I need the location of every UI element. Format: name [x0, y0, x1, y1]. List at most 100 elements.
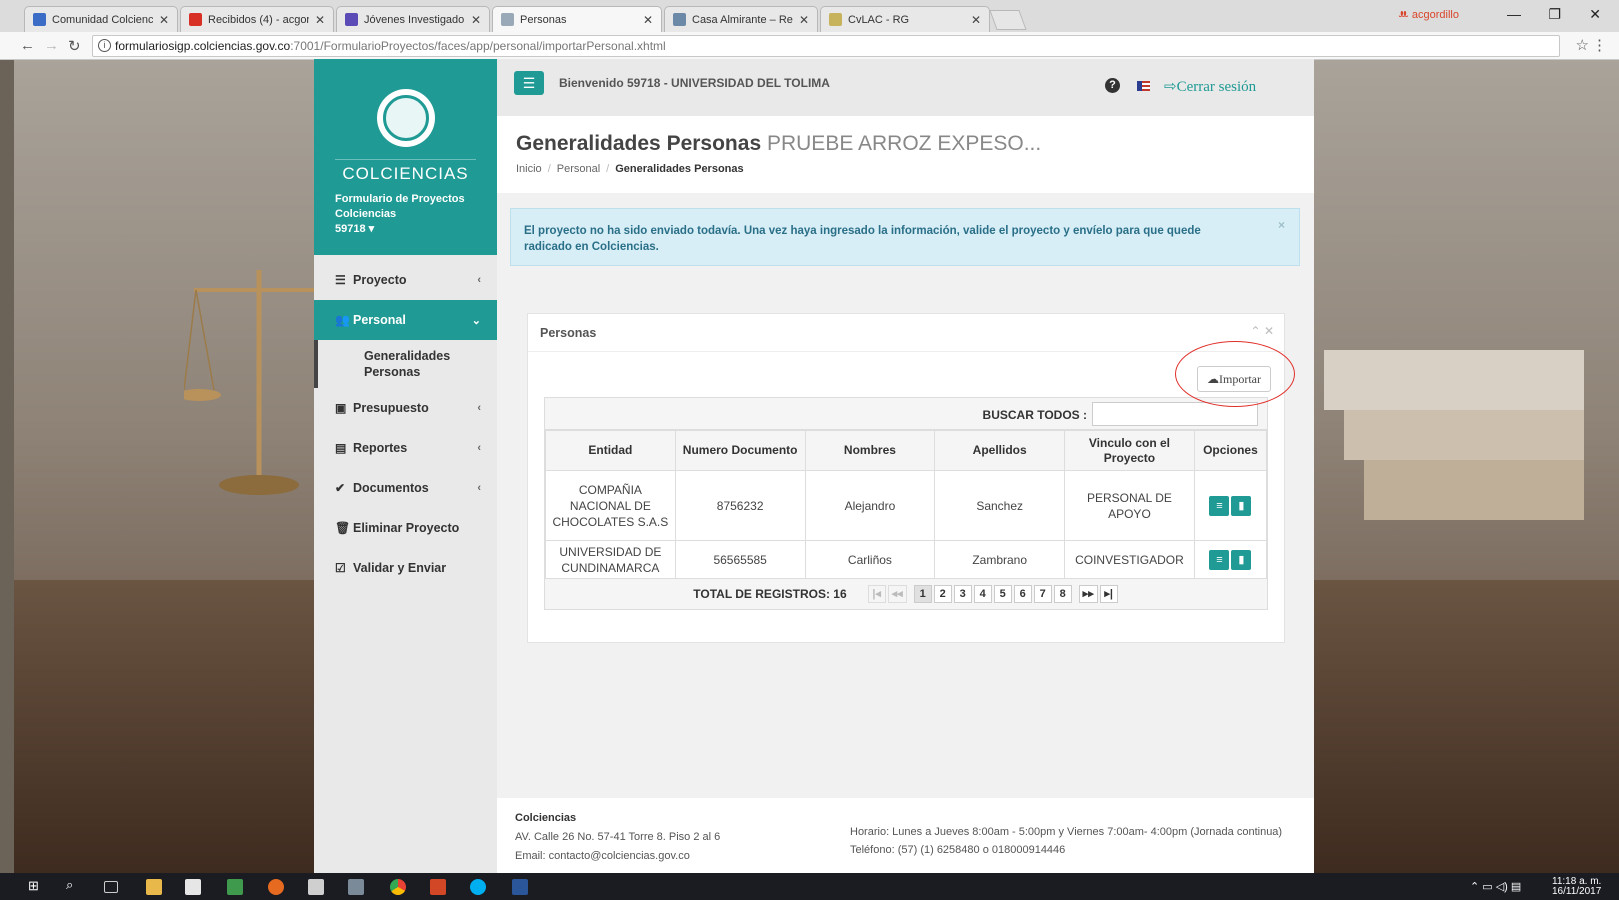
- tab-title: Comunidad Colciencias: [52, 13, 153, 26]
- brand-subtitle: Formulario de Proyectos Colciencias: [335, 193, 465, 220]
- sidebar-item-validar[interactable]: ☑ Validar y Enviar: [314, 548, 497, 588]
- close-icon[interactable]: ✕: [159, 13, 169, 27]
- sidebar-item-label: Reportes: [353, 441, 408, 455]
- excel-icon[interactable]: [227, 879, 243, 895]
- menu-toggle-button[interactable]: ☰: [514, 71, 544, 95]
- page-button[interactable]: 3: [953, 585, 972, 603]
- first-page-button[interactable]: |◂: [867, 585, 886, 603]
- file-explorer-icon[interactable]: [146, 879, 162, 895]
- firefox-icon[interactable]: [268, 879, 284, 895]
- browser-tab[interactable]: CvLAC - RG ✕: [820, 6, 990, 32]
- user-dropdown[interactable]: 59718 ▾: [335, 222, 476, 235]
- close-icon[interactable]: ✕: [799, 13, 809, 27]
- close-icon[interactable]: ✕: [471, 13, 481, 27]
- browser-tab[interactable]: Recibidos (4) - acgordillo ✕: [180, 6, 334, 32]
- sidebar-item-label: Presupuesto: [353, 401, 429, 415]
- browser-tab[interactable]: Casa Almirante – Restau ✕: [664, 6, 818, 32]
- delete-trash-icon[interactable]: ▮: [1231, 549, 1252, 570]
- details-list-icon[interactable]: ≡: [1209, 495, 1230, 516]
- close-window-icon[interactable]: ✕: [1589, 6, 1601, 23]
- page-button[interactable]: 4: [973, 585, 992, 603]
- brand-name: COLCIENCIAS: [335, 159, 476, 184]
- colombia-seal-logo: [376, 89, 435, 147]
- powerpoint-icon[interactable]: [430, 879, 446, 895]
- sidebar-item-documentos[interactable]: ✔ Documentos ‹: [314, 468, 497, 508]
- column-header-documento[interactable]: Numero Documento: [674, 430, 806, 471]
- us-flag-icon[interactable]: [1137, 81, 1150, 91]
- close-icon[interactable]: ×: [1278, 217, 1285, 233]
- minimize-icon[interactable]: —: [1507, 6, 1521, 22]
- cell-apellidos: Zambrano: [934, 540, 1066, 579]
- page-button[interactable]: 6: [1013, 585, 1032, 603]
- next-page-button[interactable]: ▸▸: [1078, 585, 1098, 603]
- page-header: Generalidades Personas PRUEBE ARROZ EXPE…: [497, 116, 1314, 193]
- column-header-vinculo[interactable]: Vinculo con el Proyecto: [1064, 430, 1195, 471]
- tab-title: Personas: [520, 13, 567, 26]
- task-view-icon[interactable]: [104, 881, 118, 893]
- calculator-icon[interactable]: [308, 879, 324, 895]
- sidebar-item-reportes[interactable]: ▤ Reportes ‹: [314, 428, 497, 468]
- profile-button[interactable]: ꔚ acgordillo: [1398, 9, 1459, 22]
- close-icon[interactable]: ✕: [643, 13, 653, 27]
- page-button[interactable]: 2: [933, 585, 952, 603]
- breadcrumb-inicio[interactable]: Inicio: [516, 163, 542, 175]
- help-icon[interactable]: ?: [1105, 78, 1120, 93]
- sidebar-item-proyecto[interactable]: ☰ Proyecto ‹: [314, 260, 497, 300]
- cell-opciones: ≡ ▮: [1193, 470, 1268, 541]
- app-icon[interactable]: [348, 879, 364, 895]
- column-header-entidad[interactable]: Entidad: [545, 430, 676, 471]
- sidebar-item-eliminar[interactable]: 🗑 Eliminar Proyecto: [314, 508, 497, 548]
- forward-icon[interactable]: →: [44, 37, 59, 54]
- browser-tab-active[interactable]: Personas ✕: [492, 6, 662, 32]
- table-header-row: Entidad Numero Documento Nombres Apellid…: [545, 430, 1268, 471]
- last-page-button[interactable]: ▸|: [1099, 585, 1118, 603]
- reload-icon[interactable]: ↻: [68, 37, 81, 55]
- books-image: [1324, 350, 1584, 520]
- prev-page-button[interactable]: ◂◂: [887, 585, 907, 603]
- check-square-icon: ☑: [335, 561, 346, 575]
- breadcrumb-current: Generalidades Personas: [615, 163, 744, 175]
- page-button[interactable]: 5: [993, 585, 1012, 603]
- info-alert: El proyecto no ha sido enviado todavía. …: [510, 208, 1300, 266]
- sidebar-brand: COLCIENCIAS Formulario de Proyectos Colc…: [314, 59, 497, 255]
- chrome-icon[interactable]: [390, 879, 406, 895]
- browser-tab[interactable]: Jóvenes Investigadores e ✕: [336, 6, 490, 32]
- new-tab-button[interactable]: [989, 10, 1027, 30]
- browser-menu-icon[interactable]: ⋮: [1592, 36, 1607, 54]
- delete-trash-icon[interactable]: ▮: [1231, 495, 1252, 516]
- page-button[interactable]: 1: [913, 585, 932, 603]
- page-button[interactable]: 8: [1053, 585, 1072, 603]
- sidebar-item-presupuesto[interactable]: ▣ Presupuesto ‹: [314, 388, 497, 428]
- sidebar-subitem-generalidades[interactable]: Generalidades Personas: [314, 340, 497, 388]
- windows-start-icon[interactable]: ⊞: [28, 878, 44, 894]
- breadcrumb-personal[interactable]: Personal: [557, 163, 600, 175]
- address-bar[interactable]: i formulariosigp.colciencias.gov.co:7001…: [92, 35, 1560, 57]
- panel-tools: ⌃ ✕: [1251, 324, 1274, 338]
- check-circle-icon: ✔: [335, 481, 346, 495]
- cell-entidad: COMPAÑIA NACIONAL DE CHOCOLATES S.A.S: [545, 470, 676, 541]
- details-list-icon[interactable]: ≡: [1209, 549, 1230, 570]
- back-icon[interactable]: ←: [20, 37, 35, 54]
- bookmark-star-icon[interactable]: ☆: [1576, 36, 1589, 54]
- close-icon[interactable]: ✕: [315, 13, 325, 27]
- info-icon[interactable]: i: [98, 39, 111, 52]
- cell-nombres: Alejandro: [804, 470, 936, 541]
- browser-tab[interactable]: Comunidad Colciencias ✕: [24, 6, 178, 32]
- collapse-icon[interactable]: ⌃: [1251, 324, 1261, 338]
- restore-icon[interactable]: ❐: [1548, 6, 1561, 23]
- logout-link[interactable]: ⇨Cerrar sesión: [1164, 77, 1256, 96]
- close-icon[interactable]: ✕: [971, 13, 981, 27]
- column-header-nombres[interactable]: Nombres: [804, 430, 936, 471]
- data-table: Entidad Numero Documento Nombres Apellid…: [545, 430, 1268, 579]
- search-icon[interactable]: ⌕: [66, 877, 82, 893]
- clock[interactable]: 11:18 a. m. 16/11/2017: [1552, 877, 1601, 897]
- close-icon[interactable]: ✕: [1264, 324, 1274, 338]
- forms-icon: [345, 13, 358, 26]
- column-header-apellidos[interactable]: Apellidos: [934, 430, 1066, 471]
- sidebar-item-personal[interactable]: 👥 Personal ⌄: [314, 300, 497, 340]
- word-icon[interactable]: [512, 879, 528, 895]
- skype-icon[interactable]: [470, 879, 486, 895]
- system-tray-icons[interactable]: ⌃ ▭ ◁) ▤: [1470, 880, 1521, 893]
- page-button[interactable]: 7: [1033, 585, 1052, 603]
- store-icon[interactable]: [185, 879, 201, 895]
